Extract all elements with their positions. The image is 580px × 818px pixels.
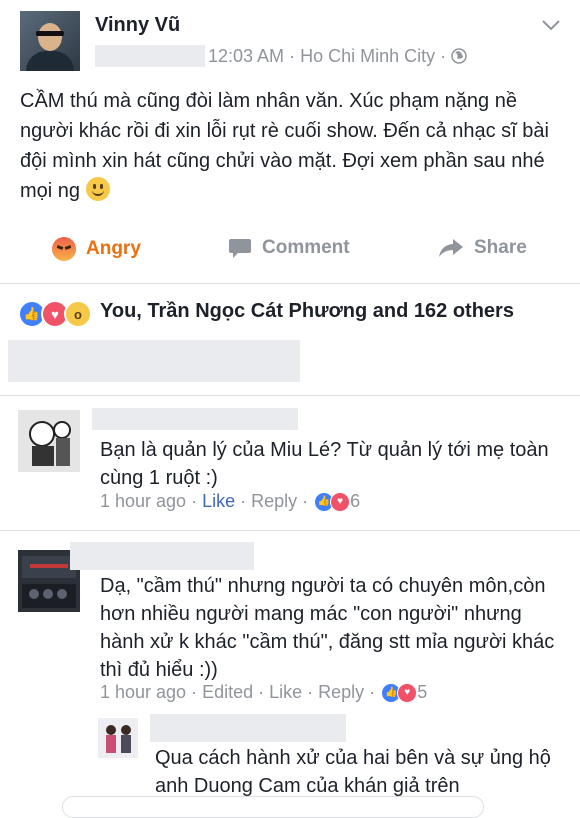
comment-text: Bạn là quản lý của Miu Lé? Từ quản lý tớ…	[100, 439, 549, 489]
angry-label: Angry	[86, 238, 141, 259]
meta-dot: ·	[297, 491, 309, 511]
comment-text: Dạ, "cầm thú" nhưng người ta có chuyên m…	[100, 575, 555, 681]
divider	[0, 395, 580, 396]
meta-dot: ·	[235, 491, 252, 511]
comment-button[interactable]: Comment	[228, 237, 350, 259]
reaction-icons[interactable]: 👍 ♥ o	[18, 300, 92, 328]
comment-reactions[interactable]: 👍 ♥	[314, 491, 351, 512]
comment-edited-label[interactable]: Edited	[202, 682, 253, 703]
blurred-date	[95, 45, 205, 67]
comment-reaction-count: 6	[350, 491, 361, 511]
share-icon	[439, 239, 463, 257]
meta-dot: ·	[186, 491, 203, 511]
post-time[interactable]: 12:03 AM	[208, 46, 284, 66]
blurred-view-more	[8, 340, 300, 382]
meta-dot: ·	[364, 682, 376, 702]
share-button[interactable]: Share	[438, 237, 527, 259]
post-location[interactable]: Ho Chi Minh City	[300, 46, 435, 66]
comment-time[interactable]: 1 hour ago	[100, 491, 186, 512]
comment-time[interactable]: 1 hour ago	[100, 682, 186, 703]
globe-icon	[451, 48, 467, 64]
love-reaction-icon: ♥	[397, 682, 418, 703]
comment-reaction-count: 5	[417, 682, 428, 702]
meta-dot: ·	[253, 682, 270, 702]
reply-avatar[interactable]	[98, 718, 138, 758]
comment-reply-button[interactable]: Reply	[318, 682, 364, 703]
divider	[0, 530, 580, 531]
comment-icon	[229, 239, 251, 258]
comment-meta: 1 hour ago · Edited · Like · Reply · 👍 ♥…	[100, 682, 427, 703]
composer-edge	[62, 796, 484, 818]
chevron-down-icon[interactable]	[540, 14, 562, 36]
angry-reaction-icon	[52, 237, 76, 261]
people-photo-avatar-icon	[98, 718, 138, 758]
comment-like-button[interactable]: Like	[202, 491, 235, 512]
love-reaction-icon: ♥	[330, 491, 351, 512]
comment-reactions[interactable]: 👍 ♥	[381, 682, 418, 703]
post-meta: 12:03 AM · Ho Chi Minh City ·	[208, 46, 467, 67]
comment-like-button[interactable]: Like	[269, 682, 302, 703]
meta-separator: ·	[440, 46, 452, 66]
comment-label: Comment	[262, 237, 350, 258]
divider	[0, 283, 580, 284]
share-label: Share	[474, 237, 527, 258]
blurred-commenter-name	[92, 408, 298, 430]
angry-button[interactable]: Angry	[52, 237, 141, 261]
post-text: CẦM thú mà cũng đòi làm nhân văn. Xúc ph…	[20, 86, 565, 206]
commenter-avatar[interactable]	[18, 410, 80, 472]
blurred-commenter-name	[70, 542, 254, 570]
meta-dot: ·	[302, 682, 319, 702]
blurred-reply-name	[150, 714, 346, 742]
comic-avatar-icon	[18, 410, 80, 472]
meta-separator: ·	[289, 46, 301, 66]
comment-reply-button[interactable]: Reply	[251, 491, 297, 512]
reply-text: Qua cách hành xử của hai bên và sự ủng h…	[155, 747, 551, 797]
smile-emoji-icon	[85, 177, 110, 201]
wow-reaction-icon: o	[64, 300, 92, 328]
reactions-summary[interactable]: You, Trần Ngọc Cát Phương and 162 others	[100, 300, 514, 323]
author-name[interactable]: Vinny Vũ	[95, 14, 180, 37]
meta-dot: ·	[186, 682, 203, 702]
comment-meta: 1 hour ago · Like · Reply · 👍 ♥ 6	[100, 491, 360, 512]
author-avatar[interactable]	[20, 11, 80, 71]
